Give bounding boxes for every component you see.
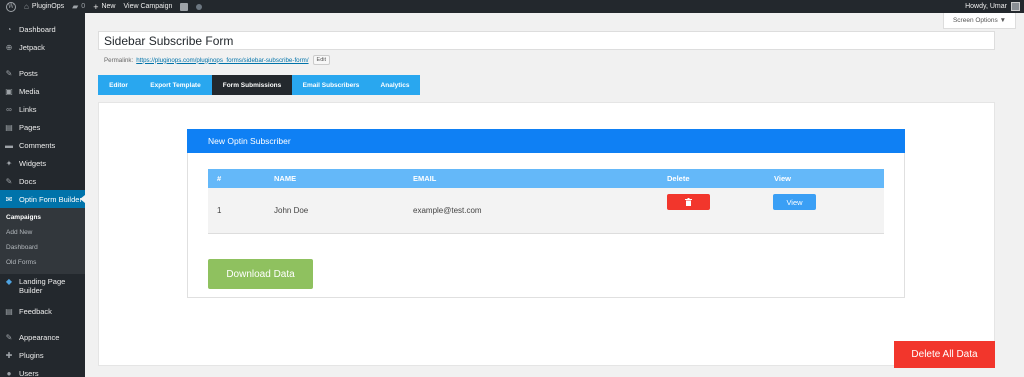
greeting: Howdy, Umar: [965, 3, 1007, 10]
sidebar-item-comments[interactable]: ▬ Comments: [0, 136, 85, 154]
delete-row-button[interactable]: [667, 194, 710, 210]
sidebar-item-plugins[interactable]: ✚ Plugins: [0, 346, 85, 364]
feedback-icon: ▤: [5, 306, 13, 316]
plus-icon: +: [93, 1, 99, 12]
status-dot-icon: [196, 3, 203, 10]
screen-options-button[interactable]: Screen Options ▼: [943, 13, 1016, 29]
row-view-cell: View: [773, 188, 816, 233]
sidebar-item-widgets[interactable]: ✦ Widgets: [0, 154, 85, 172]
sidebar-item-dashboard[interactable]: ◔ Dashboard: [0, 20, 85, 38]
column-header-number: #: [217, 174, 222, 183]
column-header-view: View: [774, 174, 791, 183]
submenu-item-add-new[interactable]: Add New: [0, 225, 85, 240]
permalink-row: Permalink: https://pluginops.com/plugino…: [104, 55, 331, 65]
table-row: 1 John Doe example@test.com View: [208, 188, 884, 234]
sidebar-item-media[interactable]: ▣ Media: [0, 82, 85, 100]
sidebar-item-feedback[interactable]: ▤ Feedback: [0, 302, 85, 320]
new-content-link[interactable]: + New: [89, 0, 119, 13]
row-email: example@test.com: [413, 206, 482, 215]
permalink-label: Permalink:: [104, 56, 134, 64]
wordpress-logo-button[interactable]: W: [0, 0, 20, 13]
tab-analytics[interactable]: Analytics: [370, 75, 420, 95]
avatar: [1011, 2, 1020, 11]
sidebar-item-optin-form-builder[interactable]: ✉ Optin Form Builder: [0, 190, 85, 208]
comments-link[interactable]: ▰ 0: [68, 0, 89, 13]
sidebar-item-landing-page-builder[interactable]: ◆ Landing Page Builder: [0, 274, 85, 302]
column-header-delete: Delete: [667, 174, 690, 183]
subscriber-table: # NAME EMAIL Delete View 1 John Doe exam…: [208, 169, 884, 234]
dashboard-icon: ◔: [6, 24, 12, 34]
post-title-input[interactable]: Sidebar Subscribe Form: [98, 31, 995, 50]
wordpress-icon: W: [6, 1, 16, 12]
link-icon: ∞: [6, 104, 12, 114]
status-indicator[interactable]: [192, 0, 206, 13]
editor-tabs: Editor Export Template Form Submissions …: [98, 75, 420, 95]
docs-icon: ✎: [5, 176, 13, 186]
plugins-icon: ✚: [5, 350, 13, 360]
pin-icon: ✎: [5, 68, 13, 78]
yoast-icon: [180, 2, 189, 11]
subscriber-panel-header: New Optin Subscriber: [187, 129, 905, 153]
submenu-item-dashboard[interactable]: Dashboard: [0, 240, 85, 255]
admin-bar: W ⌂ PluginOps ▰ 0 + New View Campaign Ho…: [0, 0, 1024, 13]
paintbrush-icon: ✎: [5, 332, 13, 342]
row-delete-cell: [667, 188, 710, 233]
admin-sidebar: ◔ Dashboard ⊕ Jetpack ✎ Posts ▣ Media ∞ …: [0, 13, 85, 377]
sidebar-item-pages[interactable]: ▤ Pages: [0, 118, 85, 136]
sidebar-item-jetpack[interactable]: ⊕ Jetpack: [0, 38, 85, 56]
widgets-icon: ✦: [5, 158, 13, 168]
comments-count: 0: [81, 3, 86, 10]
row-number: 1: [217, 206, 222, 215]
users-icon: ●: [6, 368, 12, 377]
permalink-link[interactable]: https://pluginops.com/pluginops_forms/si…: [136, 57, 308, 64]
media-icon: ▣: [5, 86, 13, 96]
download-data-button[interactable]: Download Data: [208, 259, 313, 289]
site-name: PluginOps: [31, 3, 65, 10]
view-campaign-label: View Campaign: [123, 3, 173, 10]
view-campaign-link[interactable]: View Campaign: [119, 0, 176, 13]
landing-page-icon: ◆: [5, 277, 13, 286]
tab-editor[interactable]: Editor: [98, 75, 139, 95]
edit-permalink-button[interactable]: Edit: [312, 55, 331, 65]
sidebar-item-posts[interactable]: ✎ Posts: [0, 64, 85, 82]
sidebar-item-users[interactable]: ● Users: [0, 364, 85, 377]
comment-bubble-icon: ▰: [72, 2, 79, 11]
table-header-row: # NAME EMAIL Delete View: [208, 169, 884, 188]
submenu-item-old-forms[interactable]: Old Forms: [0, 255, 85, 270]
seo-menu[interactable]: [176, 0, 192, 13]
jetpack-icon: ⊕: [5, 42, 13, 52]
tab-form-submissions[interactable]: Form Submissions: [212, 75, 292, 95]
view-row-button[interactable]: View: [773, 194, 816, 210]
sidebar-item-appearance[interactable]: ✎ Appearance: [0, 328, 85, 346]
column-header-name: NAME: [274, 174, 297, 183]
row-name: John Doe: [274, 206, 309, 215]
envelope-icon: ✉: [5, 194, 13, 204]
sidebar-item-docs[interactable]: ✎ Docs: [0, 172, 85, 190]
submenu-item-campaigns[interactable]: Campaigns: [0, 210, 85, 225]
trash-icon: [685, 198, 692, 206]
page-icon: ▤: [5, 122, 13, 132]
account-menu[interactable]: Howdy, Umar: [965, 2, 1024, 11]
optin-submenu: Campaigns Add New Dashboard Old Forms: [0, 208, 85, 274]
comments-icon: ▬: [5, 140, 13, 150]
home-icon: ⌂: [24, 2, 29, 11]
new-label: New: [101, 3, 116, 10]
tab-email-subscribers[interactable]: Email Subscribers: [292, 75, 370, 95]
delete-all-data-button[interactable]: Delete All Data: [894, 341, 995, 368]
tab-export-template[interactable]: Export Template: [139, 75, 212, 95]
column-header-email: EMAIL: [413, 174, 437, 183]
sidebar-item-links[interactable]: ∞ Links: [0, 100, 85, 118]
site-name-link[interactable]: ⌂ PluginOps: [20, 0, 68, 13]
